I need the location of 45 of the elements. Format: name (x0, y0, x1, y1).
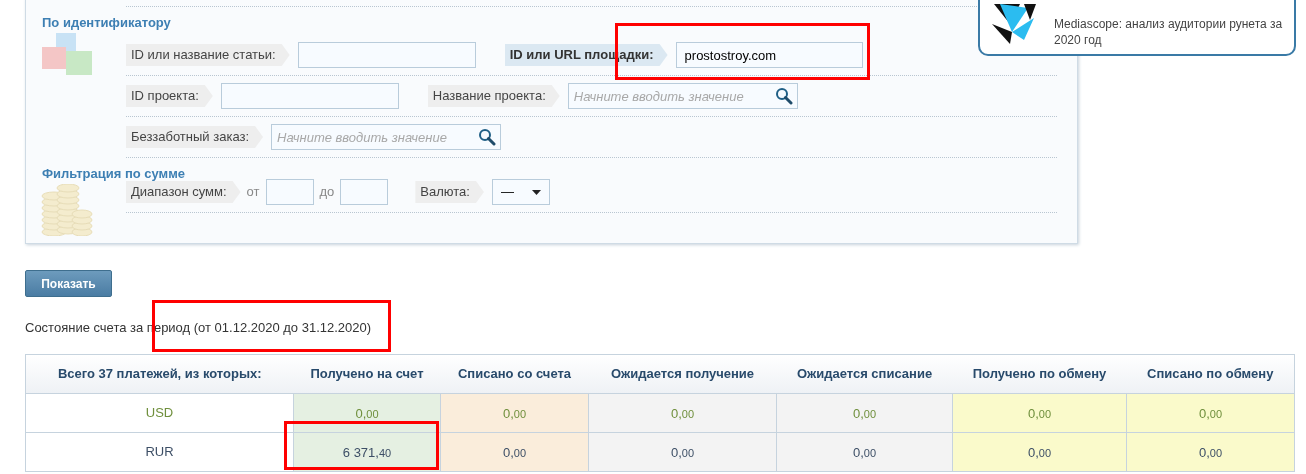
amount-from-field[interactable] (265, 179, 314, 205)
field-label: ID проекта: (126, 85, 213, 107)
amount-text: 0,00 (670, 406, 695, 421)
section-title: По идентификатору (42, 14, 171, 32)
search-field[interactable]: Начните вводить значение (567, 83, 798, 109)
field-label: Валюта: (415, 181, 484, 203)
amount-text: 0,00 (502, 445, 527, 460)
amount-to-field[interactable] (340, 179, 389, 205)
coins-icon (40, 184, 94, 236)
section-title: Фильтрация по сумме (42, 165, 186, 183)
to-label: до (319, 183, 335, 202)
column-header: Ожидается списание (776, 354, 953, 394)
search-icon[interactable] (774, 87, 793, 105)
amount-text: 6 371,40 (342, 445, 392, 460)
column-header: Всего 37 платежей, из которых: (25, 354, 294, 394)
currency-cell: RUR (25, 432, 294, 472)
search-icon[interactable] (478, 128, 497, 146)
currency-select[interactable]: — (491, 179, 550, 205)
currency-cell: USD (25, 393, 294, 433)
amount-text: 0,00 (1027, 445, 1052, 460)
text-field[interactable] (220, 83, 399, 109)
amount-text: 0,00 (670, 445, 695, 460)
amount-text: 0,00 (502, 406, 527, 421)
field-label: Название проекта: (427, 85, 560, 107)
amount-text: 0,00 (1027, 406, 1052, 421)
notification-text: Mediascope: анализ аудитории рунета за 2020 год (1054, 16, 1284, 48)
text-field[interactable]: prostostroy.com (675, 42, 863, 68)
field-label: ID или название статьи: (126, 44, 290, 66)
column-header: Получено на счет (293, 354, 441, 394)
column-header: Получено по обмену (952, 354, 1127, 394)
from-label: от (246, 183, 260, 202)
column-header: Списано по обмену (1126, 354, 1295, 394)
amount-text: 0,00 (852, 406, 877, 421)
caret-icon (531, 189, 541, 195)
show-button[interactable]: Показать (25, 270, 112, 297)
amount-text: 0,00 (1198, 406, 1223, 421)
field-label: Диапазон сумм: (126, 181, 241, 203)
text-field[interactable] (297, 42, 476, 68)
amount-text: 0,00 (1198, 445, 1223, 460)
column-header: Списано со счета (440, 354, 589, 394)
amount-text: 0,00 (852, 445, 877, 460)
search-field[interactable]: Начните вводить значение (271, 124, 502, 150)
column-header: Ожидается получение (588, 354, 777, 394)
field-label: Беззаботный заказ: (126, 126, 264, 148)
amount-text: 0,00 (355, 406, 379, 421)
